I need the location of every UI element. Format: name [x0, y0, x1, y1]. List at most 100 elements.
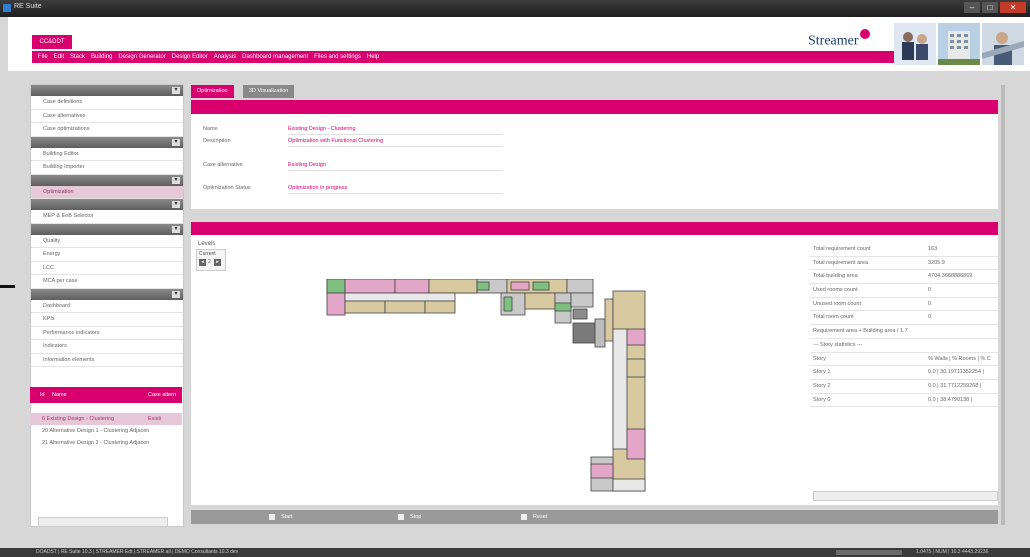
collapse-icon[interactable]: ▾ — [172, 138, 180, 146]
start-button[interactable]: Start — [269, 510, 293, 524]
visualization-panel: Levels Current ◂ 2 ▸ Total requirement c… — [191, 235, 998, 505]
stats-horizontal-scrollbar[interactable] — [813, 491, 998, 501]
collapse-icon[interactable]: ▾ — [172, 201, 180, 208]
table-row[interactable]: 20 Alternative Design 1 - Clustering Adj… — [30, 425, 182, 437]
streamer-logo: Streamer — [808, 29, 870, 50]
sidebar-group-header-analysis[interactable]: ▾ — [31, 223, 183, 235]
sidebar-item-dashboard[interactable]: Dashboard — [31, 300, 183, 313]
menu-analysis[interactable]: Analysis — [214, 51, 236, 63]
stat-value: 0.0 | 31.7712259268 | — [928, 382, 982, 389]
cases-table-header: Id Name Case altern — [30, 387, 182, 403]
sidebar-item-case-optimizations[interactable]: Case optimizations — [31, 123, 183, 137]
sidebar-item-optimization[interactable]: Optimization — [31, 185, 183, 199]
sidebar-item-case-definitions[interactable]: Case definitions — [31, 96, 183, 110]
row-text: 20 Alternative Design 1 - Clustering Adj… — [42, 428, 150, 434]
maximize-button[interactable]: □ — [982, 2, 998, 13]
sidebar-group-header-design[interactable]: ▾ — [31, 174, 183, 186]
stat-key: Story — [813, 355, 826, 362]
sidebar-item-indicators[interactable]: Indicators — [31, 340, 183, 354]
menu-design-generator[interactable]: Design Generator — [118, 51, 165, 63]
sidebar-item-building-editor[interactable]: Building Editor — [31, 148, 183, 161]
sidebar-item-performance-indicators[interactable]: Performance indicators — [31, 327, 183, 340]
logo-mark — [859, 29, 870, 39]
minimize-button[interactable]: – — [964, 2, 980, 13]
level-selector: Current ◂ 2 ▸ — [196, 249, 226, 271]
tab-optimization[interactable]: Optimization — [191, 85, 234, 98]
sidebar-item-quality[interactable]: Quality — [31, 235, 183, 248]
col-id[interactable]: Id — [40, 387, 45, 403]
levels-label: Levels — [198, 241, 216, 247]
col-case-alternative[interactable]: Case altern — [148, 387, 176, 403]
menu-design-editor[interactable]: Design Editor — [172, 51, 208, 63]
sidebar-item-case-alternatives[interactable]: Case alternatives — [31, 110, 183, 123]
play-icon — [269, 513, 275, 520]
stat-value: 0 — [928, 314, 932, 321]
description-label: Description — [203, 138, 231, 144]
stop-button[interactable]: Stop — [398, 510, 421, 524]
floor-plan[interactable] — [321, 279, 661, 494]
collapse-icon[interactable]: ▾ — [172, 290, 180, 298]
sidebar-group-header-dashboard[interactable]: ▾ — [31, 288, 183, 300]
people-photo-1 — [894, 23, 936, 65]
table-row[interactable]: 21 Alternative Design 2 - Clustering Adj… — [30, 437, 182, 449]
cc-ddt-button[interactable]: CC&DDT — [32, 35, 72, 49]
main-vertical-scrollbar[interactable] — [1001, 85, 1005, 525]
menu-edit[interactable]: Edit — [54, 51, 64, 63]
menu-file[interactable]: File — [38, 51, 48, 63]
level-down-button[interactable]: ◂ — [199, 259, 206, 266]
window-controls: – □ ✕ — [964, 2, 1026, 13]
description-value: Optimization with Functional Clustering — [288, 138, 503, 147]
sidebar-item-lcc[interactable]: LCC — [31, 262, 183, 275]
collapse-icon[interactable]: ▾ — [172, 176, 180, 184]
menu-help[interactable]: Help — [367, 51, 379, 63]
case-alternative-value: Existing Design — [288, 162, 503, 171]
sidebar-group-header-cases[interactable]: ▾ — [31, 85, 183, 96]
window-title: RE Suite — [14, 3, 42, 10]
stat-row: Total requirement area 3205.9 — [810, 257, 998, 271]
close-button[interactable]: ✕ — [1000, 2, 1026, 13]
reset-button[interactable]: Reset — [521, 510, 547, 524]
level-up-button[interactable]: ▸ — [214, 259, 221, 266]
sidebar-item-information-elements[interactable]: Information elements — [31, 354, 183, 367]
menu-bar: File Edit Stack Building Design Generato… — [32, 51, 896, 63]
stat-value: % Walls | % Rooms | % C — [928, 355, 991, 362]
status-label: Optimization Status — [203, 185, 251, 191]
menu-stack[interactable]: Stack — [70, 51, 85, 63]
stat-row: Unused room count 0 — [810, 298, 998, 312]
collapse-icon[interactable]: ▾ — [172, 87, 180, 94]
logo-text: Streamer — [808, 33, 859, 49]
menu-files-settings[interactable]: Files and settings — [314, 51, 361, 63]
col-name[interactable]: Name — [52, 387, 67, 403]
sidebar-item-energy[interactable]: Energy — [31, 248, 183, 262]
table-row[interactable]: 6 Existing Design - Clustering Existi — [30, 413, 182, 425]
sidebar-panel: ▾ Case definitions Case alternatives Cas… — [30, 84, 184, 527]
stat-value: 163 — [928, 246, 938, 252]
sidebar-item-mep-eeb-selector[interactable]: MEP & EeB Selector — [31, 210, 183, 224]
collapse-icon[interactable]: ▾ — [172, 225, 180, 233]
menu-dashboard-management[interactable]: Dashboard management — [242, 51, 308, 63]
menu-building[interactable]: Building — [91, 51, 112, 63]
sidebar-item-building-importer[interactable]: Building Importer — [31, 161, 183, 175]
stop-label: Stop — [410, 514, 422, 520]
case-alternative-label: Case alternative — [203, 162, 243, 168]
cases-horizontal-scrollbar[interactable] — [38, 517, 168, 527]
sidebar-item-kpis[interactable]: KPIs — [31, 313, 183, 327]
name-value: Existing Design - Clustering — [288, 126, 503, 135]
stat-row: Used rooms count 0 — [810, 284, 998, 298]
stat-key: Total building area — [813, 273, 858, 280]
sidebar-item-mca-per-case[interactable]: MCA per case — [31, 275, 183, 289]
status-value: Optimization in progress — [288, 185, 503, 194]
stat-row: Story 2 0.0 | 31.7712259268 | — [810, 380, 998, 394]
left-edge-marker — [0, 285, 15, 288]
sidebar-group-header-building[interactable]: ▾ — [31, 136, 183, 148]
sidebar-group-header-mep[interactable]: ▾ — [31, 199, 183, 210]
tab-3d-visualization[interactable]: 3D Visualization — [243, 85, 295, 98]
row-alt: Existi — [148, 416, 162, 422]
reset-icon — [521, 513, 527, 520]
app-icon — [3, 4, 11, 12]
stat-row: Total room count 0 — [810, 311, 998, 326]
stat-value: 0 — [928, 300, 932, 307]
info-panel-header — [191, 100, 998, 114]
stat-value: 3205.9 — [928, 259, 945, 266]
level-value: 2 — [208, 259, 211, 265]
